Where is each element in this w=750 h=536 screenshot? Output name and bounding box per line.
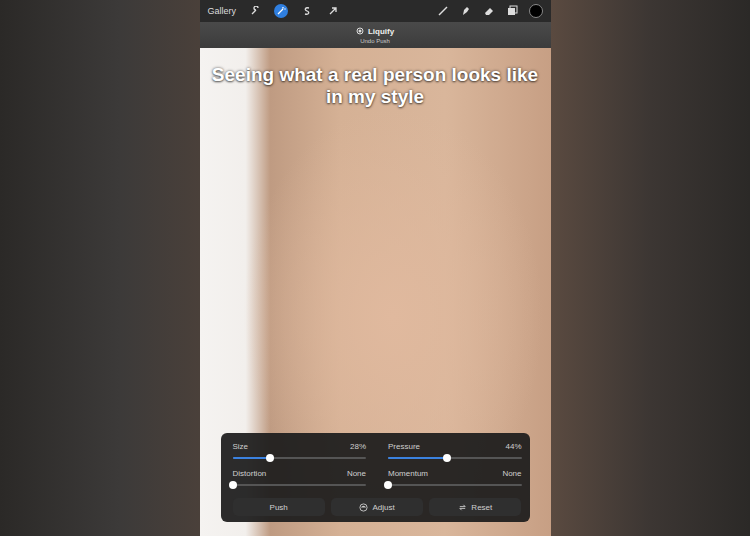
slider-thumb[interactable] [266,454,274,462]
slider[interactable]: Momentum None [388,469,522,486]
caption: Seeing what a real person looks like in … [210,64,541,108]
gallery-button[interactable]: Gallery [208,6,237,16]
slider[interactable]: Distortion None [233,469,367,486]
slider-label: Size [233,442,249,451]
panel-button[interactable]: Push [233,498,325,516]
magic-wand-icon [276,6,286,16]
smudge-icon[interactable] [460,5,472,17]
slider-track[interactable] [233,484,367,486]
layers-icon[interactable] [506,5,518,17]
liquify-panel: Size 28% Pressure 44% Distortion None Mo… [221,433,530,522]
panel-button[interactable]: Adjust [331,498,423,516]
adjust-icon [359,503,368,512]
transform-icon [328,6,338,16]
slider-track[interactable] [388,484,522,486]
liquify-icon [356,27,364,35]
slider-track[interactable] [233,457,367,459]
panel-button[interactable]: Reset [429,498,521,516]
slider-reading: None [347,469,366,478]
wrench-icon [250,6,260,16]
slider-label: Pressure [388,442,420,451]
tool-button[interactable] [326,4,340,18]
mode-title: Liquify [368,27,394,36]
brush-icon[interactable] [437,5,449,17]
tool-button[interactable] [300,4,314,18]
app-screen: Gallery Liquify Undo Push Seeing what a … [200,0,551,536]
slider-track[interactable] [388,457,522,459]
slider-label: Distortion [233,469,267,478]
selection-icon [302,6,312,16]
slider-label: Momentum [388,469,428,478]
slider-reading: 44% [505,442,521,451]
color-swatch[interactable] [529,4,543,18]
slider-thumb[interactable] [384,481,392,489]
tool-button[interactable] [248,4,262,18]
slider-thumb[interactable] [443,454,451,462]
slider-reading: 28% [350,442,366,451]
blurred-background-right [551,0,750,536]
tool-button[interactable] [274,4,288,18]
stage: Gallery Liquify Undo Push Seeing what a … [0,0,750,536]
eraser-icon[interactable] [483,5,495,17]
toolbar: Gallery [200,0,551,22]
mode-bar: Liquify Undo Push [200,22,551,48]
slider[interactable]: Size 28% [233,442,367,459]
canvas-photo[interactable]: Seeing what a real person looks like in … [200,48,551,536]
blurred-background-left [0,0,200,536]
undo-label[interactable]: Undo Push [360,38,390,44]
reset-icon [458,503,467,512]
slider-thumb[interactable] [229,481,237,489]
slider-reading: None [502,469,521,478]
slider[interactable]: Pressure 44% [388,442,522,459]
